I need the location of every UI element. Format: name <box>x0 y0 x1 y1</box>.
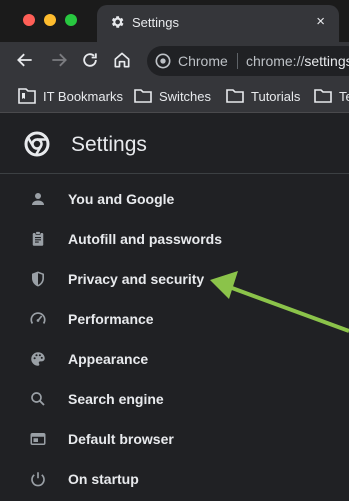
power-icon <box>31 472 45 487</box>
close-window-button[interactable] <box>23 14 35 26</box>
url-path: settings <box>304 53 349 69</box>
tab-settings[interactable]: Settings × <box>97 5 339 42</box>
shield-icon <box>32 271 44 287</box>
bookmark-folder[interactable]: Tutorials <box>226 88 300 104</box>
bookmark-label: IT Bookmarks <box>43 88 123 104</box>
folder-icon <box>226 89 244 103</box>
gear-icon <box>111 16 124 28</box>
close-tab-icon[interactable]: × <box>316 13 325 30</box>
nav-item-search-engine[interactable]: Search engine <box>0 379 349 419</box>
folder-icon <box>134 89 152 103</box>
omnibox-divider <box>237 53 238 69</box>
person-icon <box>32 193 44 205</box>
bookmark-label: Tutorials <box>251 88 301 104</box>
bookmark-file-icon <box>18 88 36 104</box>
url-text[interactable]: chrome://settings <box>246 53 349 69</box>
nav-item-on-startup[interactable]: On startup <box>0 459 349 499</box>
back-arrow-icon[interactable] <box>15 50 35 70</box>
omnibox[interactable]: Chrome chrome://settings <box>147 46 349 76</box>
chrome-logo-icon <box>24 131 50 157</box>
page-title: Settings <box>71 133 147 156</box>
nav-label: Autofill and passwords <box>68 231 223 247</box>
url-scheme: chrome:// <box>246 53 305 69</box>
nav-label: Performance <box>68 311 154 327</box>
bookmarks-bar: IT Bookmarks Switches Tutorials Te <box>0 79 349 113</box>
bookmark-folder[interactable]: Te <box>314 88 349 104</box>
nav-label: On startup <box>68 471 139 487</box>
folder-icon <box>314 89 332 103</box>
site-chip[interactable]: Chrome <box>178 53 228 69</box>
browser-icon <box>30 433 46 445</box>
nav-label: Appearance <box>68 351 149 367</box>
nav-item-privacy-security[interactable]: Privacy and security <box>0 259 349 299</box>
tab-title: Settings <box>132 15 179 30</box>
maximize-window-button[interactable] <box>65 14 77 26</box>
nav-item-performance[interactable]: Performance <box>0 299 349 339</box>
chrome-logo-icon <box>155 53 171 69</box>
clipboard-icon <box>32 231 44 246</box>
reload-icon[interactable] <box>80 50 100 70</box>
nav-item-default-browser[interactable]: Default browser <box>0 419 349 459</box>
nav-item-autofill[interactable]: Autofill and passwords <box>0 219 349 259</box>
settings-header: Settings <box>0 113 349 174</box>
palette-icon <box>31 352 45 366</box>
nav-label: Search engine <box>68 391 164 407</box>
bookmark-label: Te <box>339 88 349 104</box>
bookmark-label: Switches <box>159 88 212 104</box>
bookmark-item[interactable]: IT Bookmarks <box>18 88 123 104</box>
forward-arrow-icon[interactable] <box>49 50 69 70</box>
speedometer-icon <box>30 312 46 324</box>
nav-label: You and Google <box>68 191 175 207</box>
minimize-window-button[interactable] <box>44 14 56 26</box>
nav-item-you-and-google[interactable]: You and Google <box>0 179 349 219</box>
toolbar: Chrome chrome://settings <box>0 42 349 79</box>
nav-item-appearance[interactable]: Appearance <box>0 339 349 379</box>
home-icon[interactable] <box>112 50 132 70</box>
bookmark-folder[interactable]: Switches <box>134 88 211 104</box>
nav-label: Privacy and security <box>68 271 205 287</box>
tab-bar: Settings × <box>0 0 349 42</box>
nav-label: Default browser <box>68 431 174 447</box>
search-icon <box>31 392 45 406</box>
